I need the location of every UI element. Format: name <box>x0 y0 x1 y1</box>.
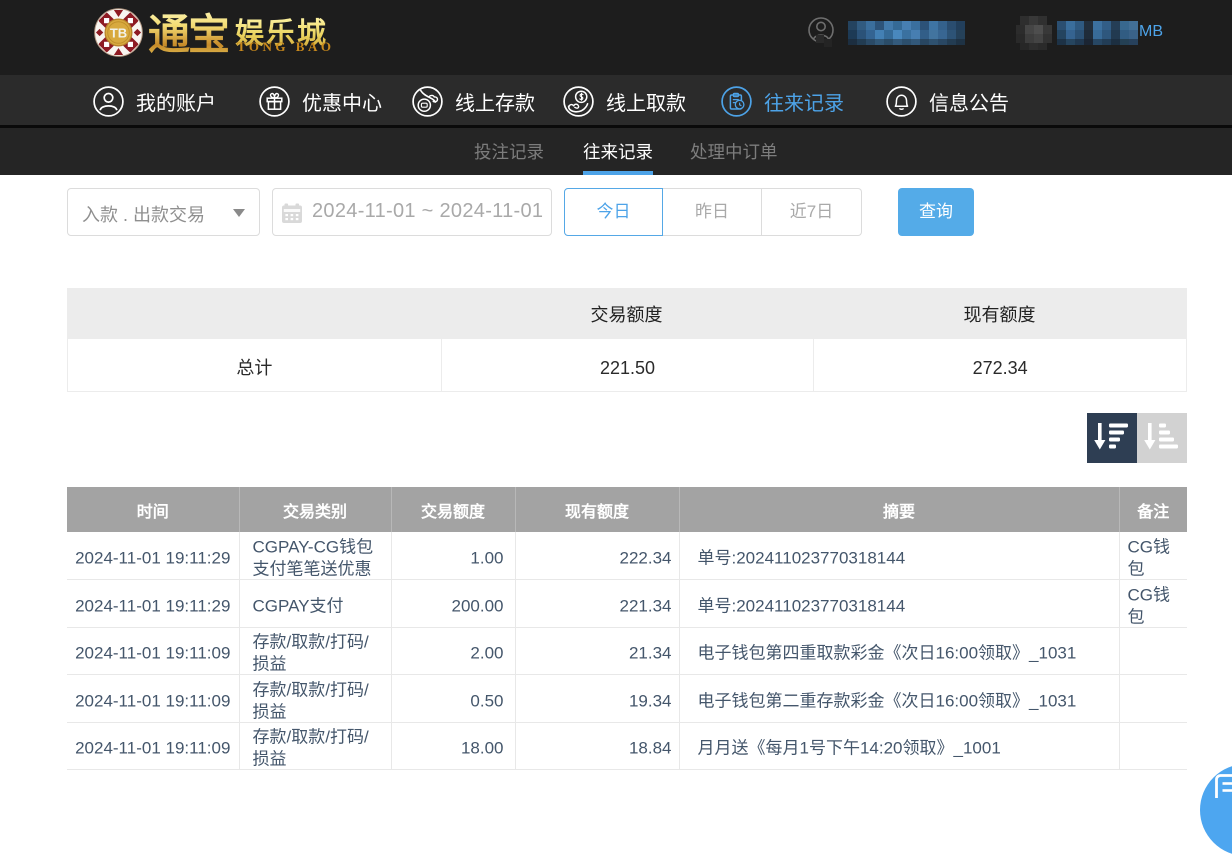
svg-text:TB: TB <box>110 25 127 40</box>
